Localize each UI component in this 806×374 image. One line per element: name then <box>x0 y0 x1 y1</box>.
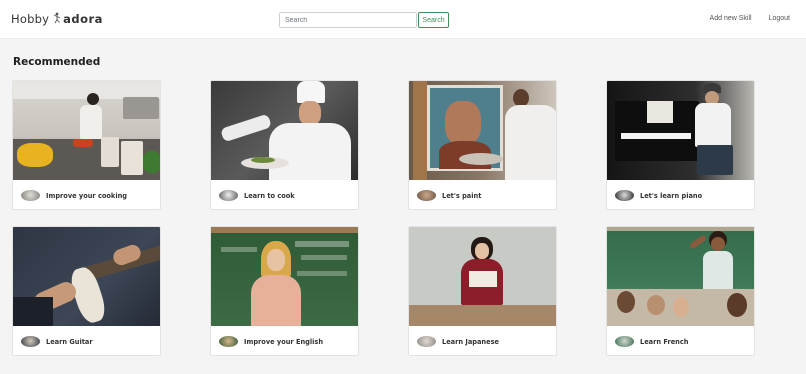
card-avatar <box>417 190 436 201</box>
add-new-skill-link[interactable]: Add new Skill <box>710 15 752 22</box>
dancer-figure-icon <box>52 12 62 27</box>
section-title: Recommended <box>13 56 101 68</box>
card-footer: Learn Japanese <box>409 326 556 355</box>
skill-card-cooking[interactable]: Improve your cooking <box>12 80 161 210</box>
card-title: Improve your cooking <box>46 191 127 200</box>
card-title: Learn Japanese <box>442 337 499 346</box>
card-footer: Improve your English <box>211 326 358 355</box>
skill-card-paint[interactable]: Let's paint <box>408 80 557 210</box>
search-input[interactable] <box>279 12 417 28</box>
top-navbar: Hobby adora Search Add new Skill Logout <box>0 0 806 39</box>
card-avatar <box>21 190 40 201</box>
card-footer: Let's learn piano <box>607 180 754 209</box>
search-button[interactable]: Search <box>418 12 449 28</box>
card-title: Let's paint <box>442 191 482 200</box>
skill-card-japanese[interactable]: Learn Japanese <box>408 226 557 356</box>
card-footer: Learn to cook <box>211 180 358 209</box>
card-title: Let's learn piano <box>640 191 703 200</box>
card-image-piano <box>607 81 754 180</box>
card-avatar <box>615 190 634 201</box>
logo-text-right: adora <box>63 12 103 26</box>
card-footer: Improve your cooking <box>13 180 160 209</box>
card-image-japanese <box>409 227 556 326</box>
card-avatar <box>21 336 40 347</box>
card-image-paint <box>409 81 556 180</box>
nav-links: Add new Skill Logout <box>710 15 790 22</box>
card-title: Learn to cook <box>244 191 295 200</box>
card-image-chef <box>211 81 358 180</box>
logo-text-left: Hobby <box>11 12 50 26</box>
card-avatar <box>417 336 436 347</box>
card-title: Learn French <box>640 337 689 346</box>
skill-card-english[interactable]: Improve your English <box>210 226 359 356</box>
skill-card-guitar[interactable]: Learn Guitar <box>12 226 161 356</box>
card-footer: Learn Guitar <box>13 326 160 355</box>
card-avatar <box>219 190 238 201</box>
card-avatar <box>219 336 238 347</box>
card-image-guitar <box>13 227 160 326</box>
card-image-cooking <box>13 81 160 180</box>
card-title: Learn Guitar <box>46 337 93 346</box>
card-footer: Let's paint <box>409 180 556 209</box>
card-image-english <box>211 227 358 326</box>
card-title: Improve your English <box>244 337 324 346</box>
skill-card-french[interactable]: Learn French <box>606 226 755 356</box>
logout-link[interactable]: Logout <box>769 15 790 22</box>
card-avatar <box>615 336 634 347</box>
skill-card-piano[interactable]: Let's learn piano <box>606 80 755 210</box>
skill-card-learn-to-cook[interactable]: Learn to cook <box>210 80 359 210</box>
brand-logo[interactable]: Hobby adora <box>11 9 103 29</box>
card-image-french <box>607 227 754 326</box>
card-footer: Learn French <box>607 326 754 355</box>
search-form: Search <box>279 12 449 28</box>
